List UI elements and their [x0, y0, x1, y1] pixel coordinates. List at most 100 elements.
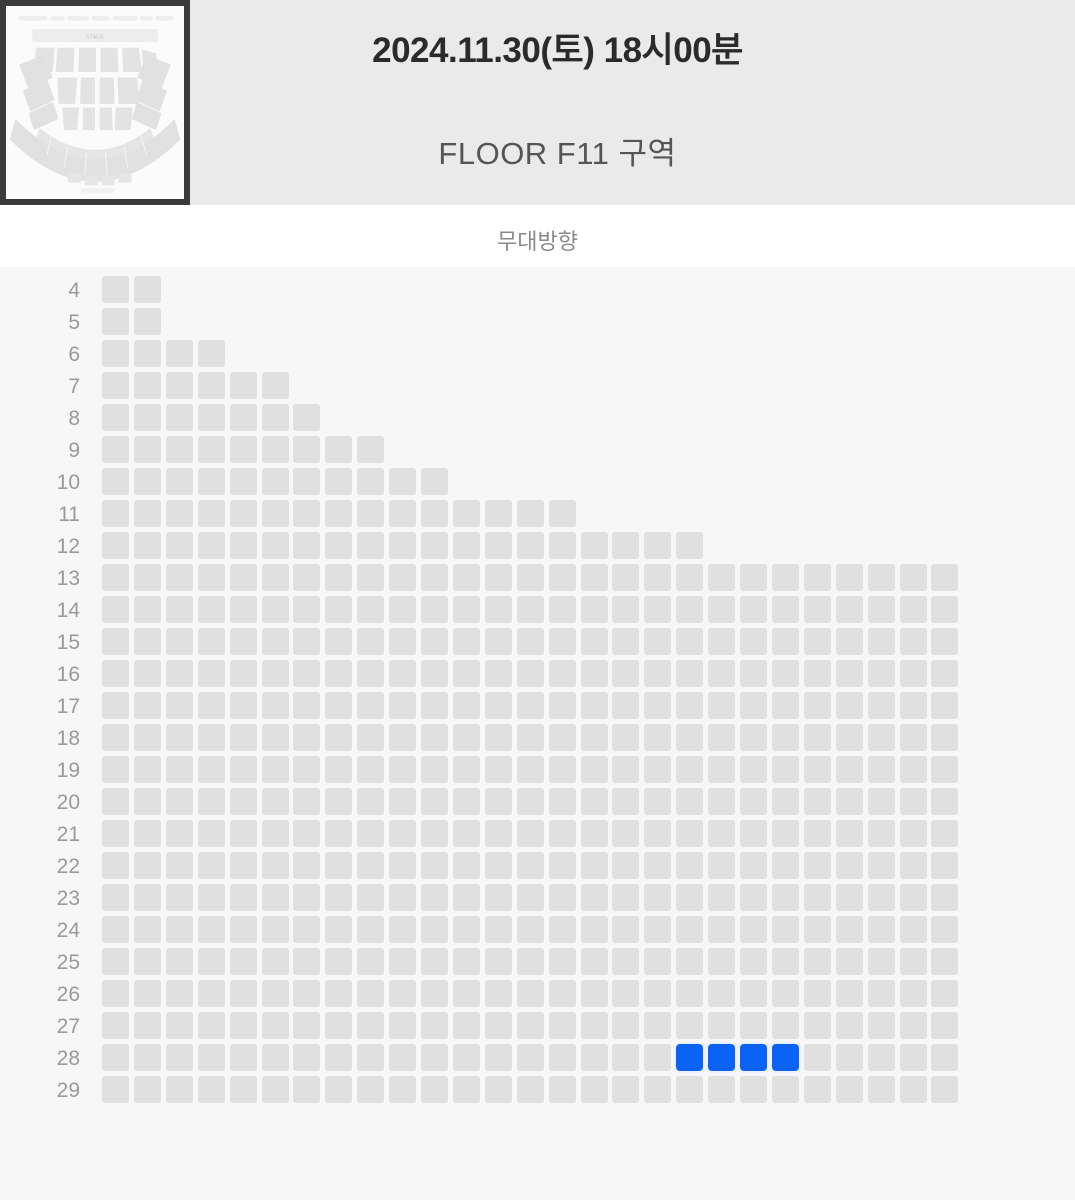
seat[interactable] — [229, 1012, 257, 1039]
seat[interactable] — [612, 532, 640, 559]
seat[interactable] — [644, 1076, 672, 1103]
seat[interactable] — [867, 980, 895, 1007]
seat[interactable] — [484, 756, 512, 783]
seat[interactable] — [389, 468, 417, 495]
seat[interactable] — [548, 724, 576, 751]
seat[interactable] — [452, 852, 480, 879]
seat[interactable] — [548, 628, 576, 655]
seat[interactable] — [484, 724, 512, 751]
seat[interactable] — [133, 276, 161, 303]
seat[interactable] — [133, 692, 161, 719]
seat[interactable] — [931, 820, 959, 847]
seat[interactable] — [676, 980, 704, 1007]
seat[interactable] — [835, 820, 863, 847]
seat[interactable] — [133, 564, 161, 591]
seat[interactable] — [357, 532, 385, 559]
seat[interactable] — [325, 596, 353, 623]
seat[interactable] — [803, 916, 831, 943]
seat[interactable] — [484, 596, 512, 623]
seat[interactable] — [516, 852, 544, 879]
seat[interactable] — [102, 660, 129, 687]
seat[interactable] — [708, 692, 736, 719]
seat[interactable] — [197, 1044, 225, 1071]
seat[interactable] — [612, 1076, 640, 1103]
seat[interactable] — [133, 372, 161, 399]
seat[interactable] — [931, 564, 959, 591]
seat[interactable] — [229, 404, 257, 431]
seat[interactable] — [644, 884, 672, 911]
seat[interactable] — [102, 1044, 129, 1071]
seat[interactable] — [261, 660, 289, 687]
seat[interactable] — [165, 660, 193, 687]
seat[interactable] — [708, 916, 736, 943]
seat[interactable] — [197, 436, 225, 463]
seat[interactable] — [102, 596, 129, 623]
seat[interactable] — [389, 1012, 417, 1039]
seat[interactable] — [133, 596, 161, 623]
seat[interactable] — [261, 372, 289, 399]
seat[interactable] — [580, 596, 608, 623]
seat[interactable] — [835, 980, 863, 1007]
seat[interactable] — [261, 404, 289, 431]
seat[interactable] — [548, 1076, 576, 1103]
seat[interactable] — [580, 884, 608, 911]
seat[interactable] — [229, 372, 257, 399]
seat[interactable] — [803, 948, 831, 975]
seat[interactable] — [516, 980, 544, 1007]
seat[interactable] — [421, 1044, 448, 1071]
seat[interactable] — [899, 980, 927, 1007]
seat[interactable] — [293, 820, 321, 847]
seat[interactable] — [165, 788, 193, 815]
seat[interactable] — [484, 532, 512, 559]
seat[interactable] — [740, 756, 767, 783]
seat[interactable] — [771, 884, 799, 911]
seat[interactable] — [484, 820, 512, 847]
seat[interactable] — [197, 372, 225, 399]
seat[interactable] — [835, 884, 863, 911]
seat[interactable] — [293, 660, 321, 687]
seat[interactable] — [197, 948, 225, 975]
seat[interactable] — [931, 596, 959, 623]
seat[interactable] — [421, 596, 448, 623]
seat[interactable] — [197, 468, 225, 495]
seat[interactable] — [389, 948, 417, 975]
seat[interactable] — [803, 788, 831, 815]
seat[interactable] — [803, 756, 831, 783]
seat[interactable] — [325, 788, 353, 815]
seat[interactable] — [484, 628, 512, 655]
seat[interactable] — [261, 500, 289, 527]
seat[interactable] — [835, 692, 863, 719]
seat[interactable] — [261, 596, 289, 623]
seat[interactable] — [421, 820, 448, 847]
seat[interactable] — [516, 788, 544, 815]
seat[interactable] — [548, 756, 576, 783]
seat[interactable] — [740, 884, 767, 911]
seat[interactable] — [197, 340, 225, 367]
seat[interactable] — [835, 724, 863, 751]
seat[interactable] — [708, 564, 736, 591]
seat[interactable] — [197, 820, 225, 847]
seat[interactable] — [133, 884, 161, 911]
seat[interactable] — [931, 724, 959, 751]
seat[interactable] — [931, 788, 959, 815]
seat[interactable] — [612, 756, 640, 783]
seat[interactable] — [102, 948, 129, 975]
seat[interactable] — [389, 660, 417, 687]
seat[interactable] — [580, 692, 608, 719]
seat[interactable] — [357, 788, 385, 815]
seat[interactable] — [835, 948, 863, 975]
seat[interactable] — [452, 948, 480, 975]
seat[interactable] — [740, 628, 767, 655]
seat[interactable] — [452, 916, 480, 943]
seat[interactable] — [293, 756, 321, 783]
seat[interactable] — [325, 884, 353, 911]
seat[interactable] — [102, 820, 129, 847]
seat[interactable] — [452, 628, 480, 655]
seat[interactable] — [261, 724, 289, 751]
seat[interactable] — [421, 948, 448, 975]
seat[interactable] — [261, 468, 289, 495]
seat[interactable] — [516, 1076, 544, 1103]
seat[interactable] — [676, 660, 704, 687]
seat[interactable] — [325, 756, 353, 783]
seat[interactable] — [708, 788, 736, 815]
